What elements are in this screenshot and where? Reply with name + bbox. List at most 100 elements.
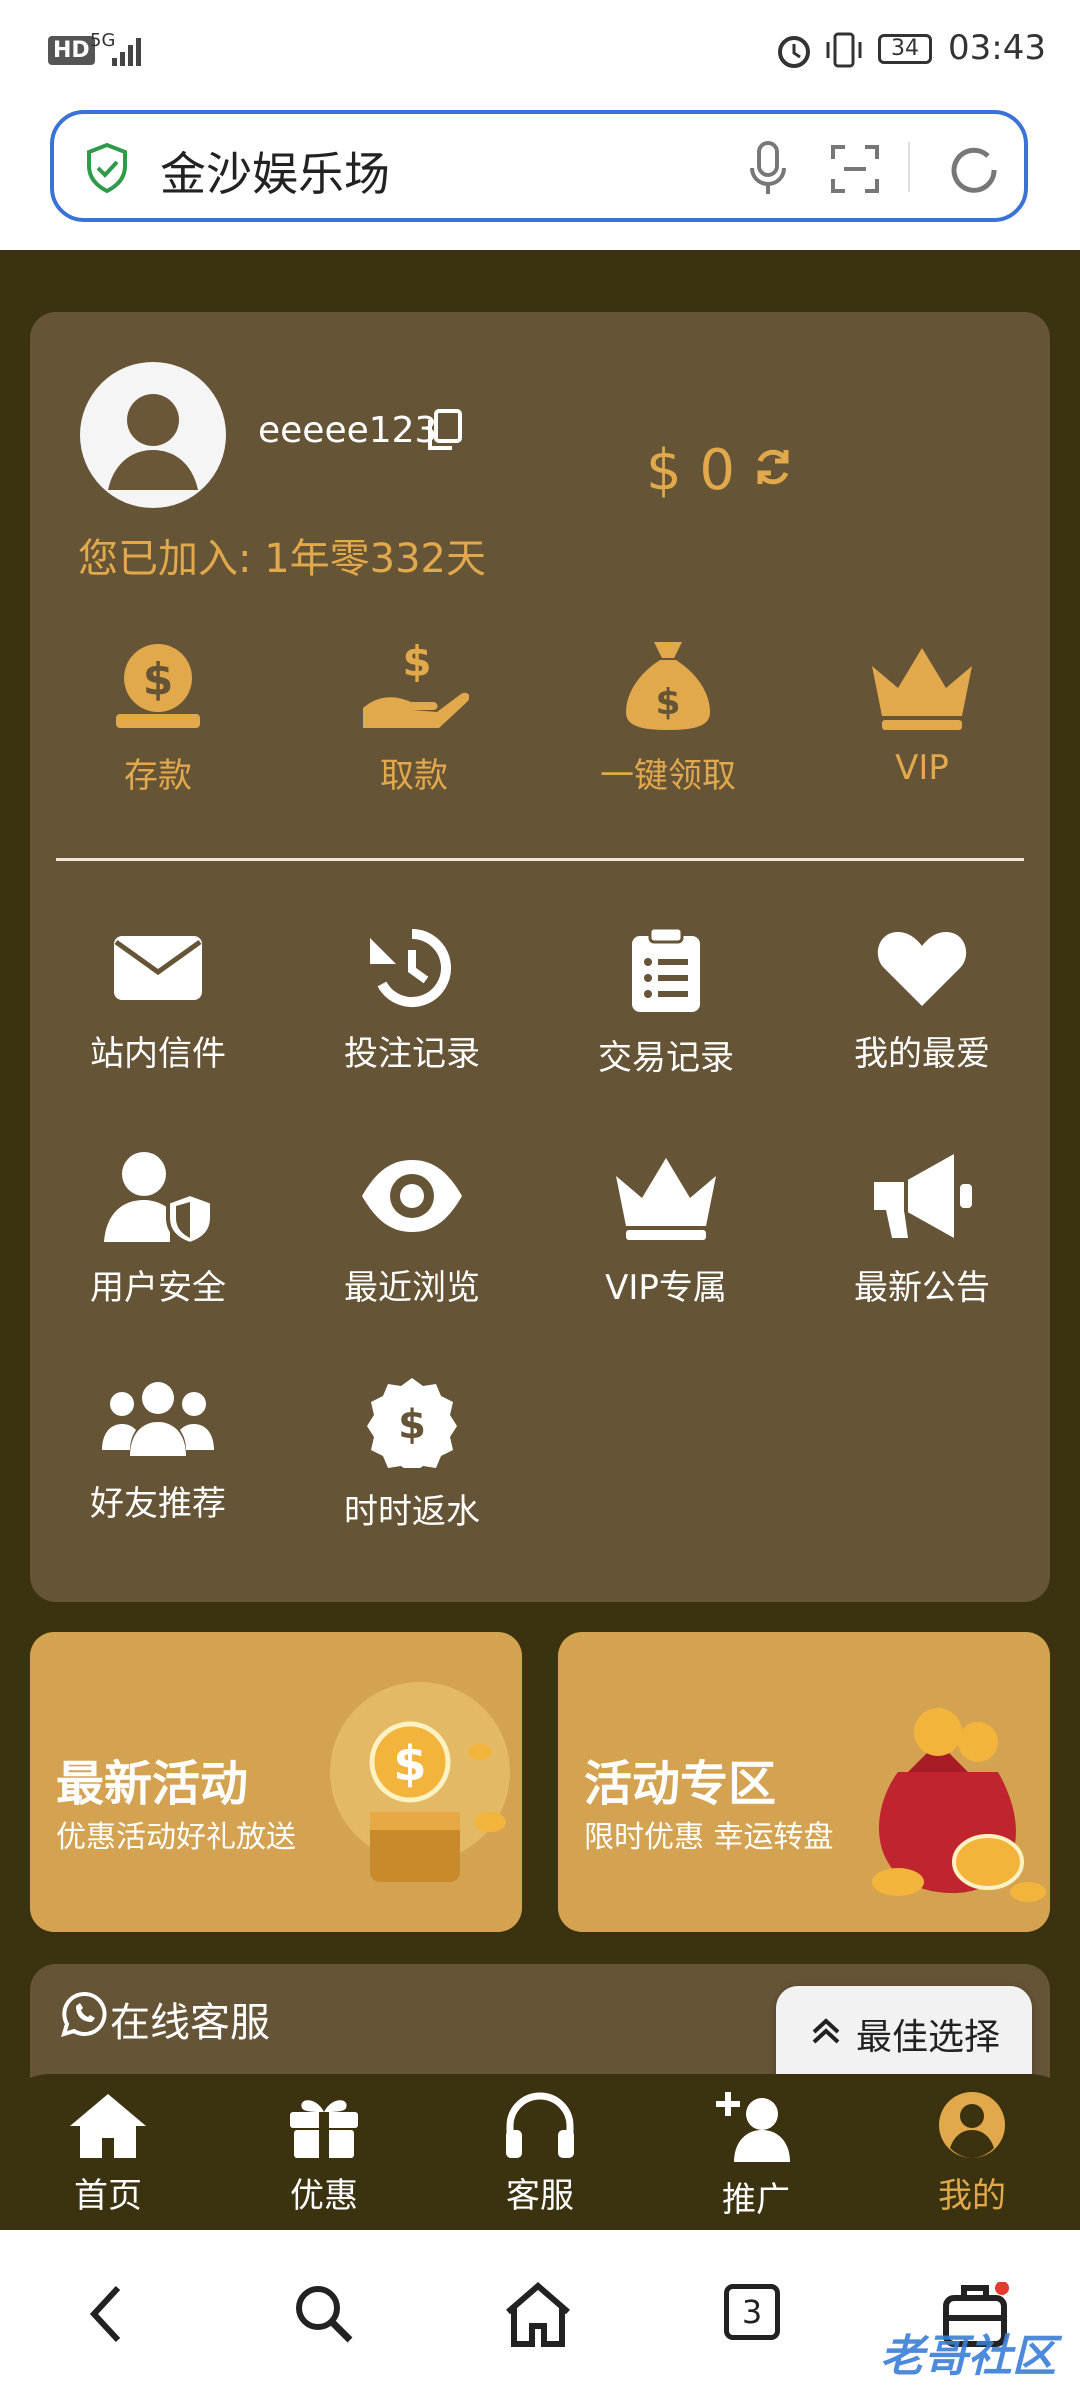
menu-rebate-label: 时时返水 xyxy=(344,1492,480,1532)
status-bar: HD 5G 34 03:43 xyxy=(0,0,1080,100)
svg-text:$: $ xyxy=(398,1402,426,1448)
best-choice-label: 最佳选择 xyxy=(856,2017,1001,2058)
avatar[interactable] xyxy=(80,362,226,508)
tab-promotions-label: 优惠 xyxy=(290,2176,358,2216)
refresh-icon[interactable] xyxy=(946,142,1002,198)
clock: 03:43 xyxy=(948,28,1046,68)
vibrate-icon xyxy=(826,32,862,68)
deposit-button[interactable]: $ 存款 xyxy=(58,636,258,797)
headset-icon xyxy=(506,2092,574,2158)
claim-all-button[interactable]: $ 一键领取 xyxy=(568,636,768,797)
menu-favorites[interactable]: 我的最爱 xyxy=(812,926,1032,1075)
mail-icon xyxy=(114,936,202,1000)
menu-recent[interactable]: 最近浏览 xyxy=(302,1148,522,1309)
deposit-icon: $ xyxy=(116,644,200,728)
section-divider xyxy=(56,858,1024,861)
tab-mine[interactable]: 我的 xyxy=(892,2090,1052,2217)
online-service-label: 在线客服 xyxy=(110,2000,270,2046)
treasure-coins-image: $ xyxy=(330,1682,510,1882)
promo-latest-title: 最新活动 xyxy=(56,1756,249,1812)
withdraw-button[interactable]: $ 取款 xyxy=(314,636,514,797)
user-circle-icon xyxy=(939,2092,1005,2158)
gift-icon xyxy=(290,2100,358,2158)
battery-level: 34 xyxy=(891,36,919,61)
tabs-button[interactable]: 3 xyxy=(724,2284,780,2340)
tab-support[interactable]: 客服 xyxy=(460,2090,620,2217)
promo-zone-subtitle: 限时优惠 幸运转盘 xyxy=(584,1820,834,1855)
microphone-icon[interactable] xyxy=(748,140,788,198)
crown-icon xyxy=(872,648,972,730)
back-icon[interactable] xyxy=(86,2282,126,2346)
coin-badge-icon: $ xyxy=(367,1378,457,1474)
menu-announcements[interactable]: 最新公告 xyxy=(812,1148,1032,1309)
menu-rebate[interactable]: $ 时时返水 xyxy=(302,1376,522,1533)
menu-favorites-label: 我的最爱 xyxy=(854,1034,990,1074)
menu-transactions[interactable]: 交易记录 xyxy=(556,926,776,1079)
refresh-balance-icon[interactable] xyxy=(752,446,794,488)
address-bar[interactable]: 金沙娱乐场 xyxy=(50,110,1028,222)
search-icon[interactable] xyxy=(292,2282,354,2346)
chevron-up-icon xyxy=(812,2018,840,2044)
menu-recent-label: 最近浏览 xyxy=(344,1268,480,1308)
svg-text:$: $ xyxy=(402,637,431,686)
menu-referral[interactable]: 好友推荐 xyxy=(48,1376,268,1525)
menu-vip-exclusive[interactable]: VIP专属 xyxy=(556,1148,776,1309)
tab-support-label: 客服 xyxy=(506,2176,574,2216)
promo-zone-title: 活动专区 xyxy=(584,1756,777,1812)
claim-all-label: 一键领取 xyxy=(600,756,736,796)
signal-icon xyxy=(112,38,141,66)
megaphone-icon xyxy=(874,1154,972,1238)
copy-icon[interactable] xyxy=(424,408,464,454)
menu-mail[interactable]: 站内信件 xyxy=(48,926,268,1075)
tab-home[interactable]: 首页 xyxy=(28,2090,188,2217)
tab-referral[interactable]: 推广 xyxy=(676,2090,836,2221)
menu-transactions-label: 交易记录 xyxy=(598,1038,734,1078)
menu-referral-label: 好友推荐 xyxy=(90,1484,226,1524)
alarm-icon xyxy=(778,36,810,68)
vip-button[interactable]: VIP xyxy=(822,636,1022,788)
whatsapp-icon xyxy=(61,1991,107,2037)
hd-badge: HD xyxy=(48,36,95,65)
vip-label: VIP xyxy=(895,748,949,788)
users-icon xyxy=(102,1382,214,1456)
user-plus-icon xyxy=(716,2092,790,2162)
battery-icon: 34 xyxy=(878,34,932,64)
username: eeeee123 xyxy=(258,410,438,451)
home-nav-icon[interactable] xyxy=(502,2282,574,2348)
menu-security-label: 用户安全 xyxy=(90,1268,226,1308)
svg-text:$: $ xyxy=(655,682,680,723)
lucky-bag-image xyxy=(872,1708,1046,1902)
promo-latest-activity[interactable]: 最新活动 优惠活动好礼放送 $ xyxy=(30,1632,522,1932)
best-choice-button[interactable]: 最佳选择 xyxy=(776,1986,1032,2078)
address-text[interactable]: 金沙娱乐场 xyxy=(160,138,390,204)
menu-mail-label: 站内信件 xyxy=(90,1034,226,1074)
scan-icon[interactable] xyxy=(830,144,880,194)
eye-icon xyxy=(362,1160,462,1232)
joined-duration: 您已加入: 1年零332天 xyxy=(78,536,486,582)
money-bag-icon: $ xyxy=(626,642,710,730)
menu-announcements-label: 最新公告 xyxy=(854,1268,990,1308)
withdraw-icon: $ xyxy=(363,637,470,728)
tab-home-label: 首页 xyxy=(74,2176,142,2216)
promo-activity-zone[interactable]: 活动专区 限时优惠 幸运转盘 xyxy=(558,1632,1050,1932)
tab-count: 3 xyxy=(741,2293,763,2331)
svg-text:$: $ xyxy=(393,1736,426,1792)
shield-check-icon xyxy=(87,142,127,194)
menu-bet-history-label: 投注记录 xyxy=(344,1034,480,1074)
clipboard-list-icon xyxy=(632,926,700,1012)
balance: $ 0 xyxy=(646,438,736,503)
menu-security[interactable]: 用户安全 xyxy=(48,1148,268,1309)
svg-text:$: $ xyxy=(143,654,174,705)
heart-icon xyxy=(877,932,967,1006)
history-icon xyxy=(370,929,451,1007)
tab-mine-label: 我的 xyxy=(938,2176,1006,2216)
withdraw-label: 取款 xyxy=(380,756,448,796)
menu-vip-exclusive-label: VIP专属 xyxy=(605,1268,727,1308)
crown-icon xyxy=(616,1158,716,1240)
user-avatar-icon xyxy=(108,394,198,490)
user-shield-icon xyxy=(104,1152,214,1247)
home-icon xyxy=(70,2094,146,2158)
tab-promotions[interactable]: 优惠 xyxy=(244,2090,404,2217)
menu-bet-history[interactable]: 投注记录 xyxy=(302,926,522,1075)
tab-referral-label: 推广 xyxy=(722,2180,790,2220)
